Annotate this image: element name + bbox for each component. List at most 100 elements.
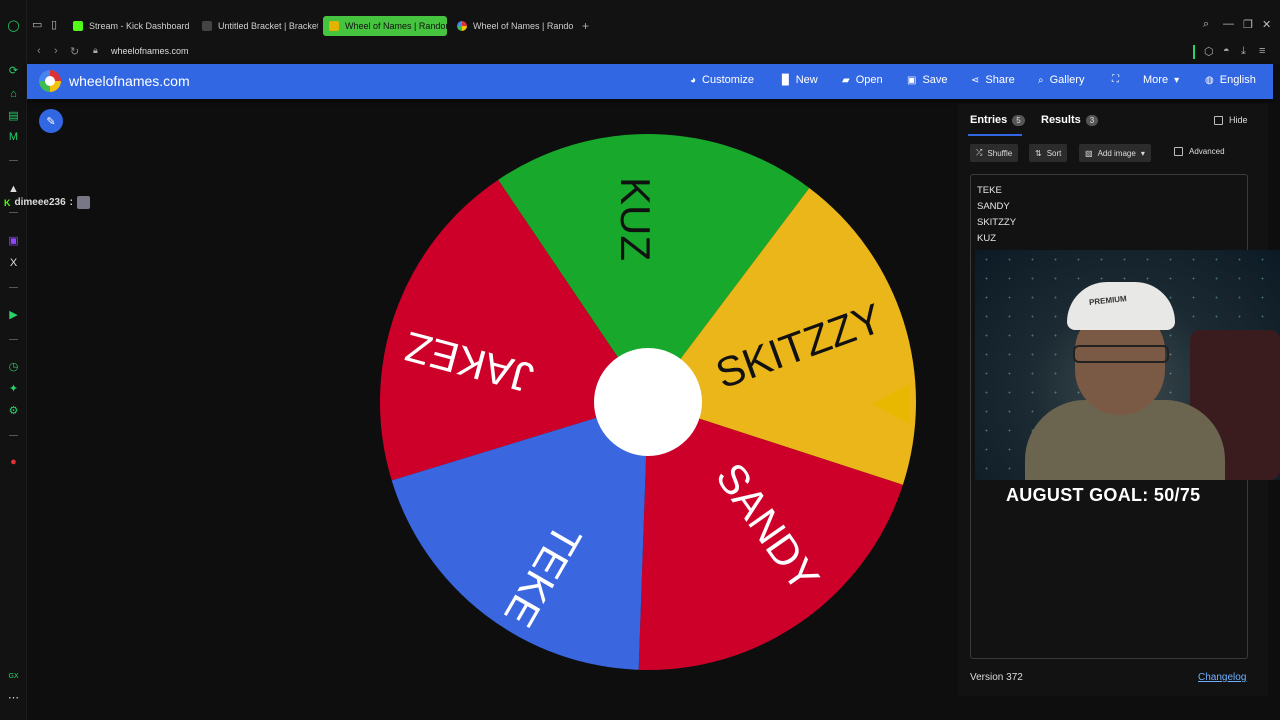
chat-message: K dimeee236 : (4, 196, 90, 209)
wheel-logo-icon[interactable] (39, 70, 61, 92)
tab-entries[interactable]: Entries 5 (970, 114, 1025, 126)
advanced-label: Advanced (1189, 147, 1225, 156)
webcam-overlay: PREMIUM (975, 250, 1280, 480)
forward-icon[interactable]: › (54, 45, 58, 57)
extensions-icon[interactable]: ⬡ (1204, 45, 1214, 58)
wheel-favicon-icon (329, 21, 339, 31)
more-button[interactable]: More ▾ (1143, 74, 1179, 86)
add-image-label: Add image (1097, 148, 1136, 158)
close-icon[interactable]: ✕ (1262, 18, 1271, 31)
sort-label: Sort (1046, 148, 1062, 158)
chevron-down-icon: ▾ (1140, 148, 1145, 158)
maximize-icon[interactable]: ❐ (1243, 18, 1253, 31)
new-label: New (795, 74, 818, 86)
site-name[interactable]: wheelofnames.com (69, 73, 190, 89)
sidebar-divider (9, 160, 18, 161)
open-button[interactable]: ▰ Open (842, 74, 883, 86)
sidebar-divider (9, 435, 18, 436)
tab-menu-icon[interactable]: ▭ (32, 18, 42, 31)
gallery-label: Gallery (1049, 74, 1085, 86)
language-button[interactable]: ◍ English (1205, 74, 1256, 86)
download-icon[interactable]: ⤓ (1241, 45, 1246, 58)
globe-icon: ◍ (1205, 74, 1214, 86)
tab-kick-dashboard[interactable]: Stream - Kick Dashboard (67, 16, 191, 36)
share-button[interactable]: ⋖ Share (971, 74, 1015, 86)
streamer-glasses (1073, 345, 1169, 363)
save-label: Save (922, 74, 948, 86)
menu-icon[interactable]: ≡ (1259, 45, 1265, 57)
bracket-icon (202, 21, 212, 31)
tab-results[interactable]: Results 3 (1041, 114, 1099, 126)
streamer-cap: PREMIUM (1067, 282, 1175, 330)
bookmark-icon[interactable]: ▲ (6, 181, 21, 196)
search-icon[interactable]: ⌕ (1203, 18, 1209, 31)
add-image-button[interactable]: ▧ Add image ▾ (1079, 144, 1151, 162)
record-icon[interactable]: ● (6, 454, 21, 469)
fullscreen-button[interactable]: ⛶ (1112, 74, 1119, 85)
reload-icon[interactable]: ↻ (70, 45, 79, 58)
tab-wheel-of-names[interactable]: Wheel of Names | Random (451, 16, 573, 36)
site-navbar: wheelofnames.com ◕ Customize ▉ New ▰ Ope… (27, 64, 1273, 99)
tab-label: Stream - Kick Dashboard (89, 21, 190, 31)
entries-tab-label: Entries (970, 114, 1008, 126)
wheel-center-button[interactable] (594, 348, 702, 456)
extensions-icon[interactable]: ✦ (6, 381, 21, 396)
entry-line: TEKE (977, 185, 1002, 196)
history-icon[interactable]: ◷ (6, 359, 21, 374)
emote-image (77, 196, 90, 209)
changelog-link[interactable]: Changelog (1198, 672, 1246, 683)
chat-username: dimeee236 (14, 197, 66, 208)
more-dots-icon[interactable]: ⋯ (6, 690, 21, 705)
customize-label: Customize (702, 74, 755, 86)
hide-label: Hide (1229, 115, 1248, 125)
edit-pencil-button[interactable]: ✎ (39, 109, 63, 133)
version-text: Version 372 (970, 672, 1023, 683)
refresh-icon[interactable]: ⟳ (6, 63, 21, 78)
more-label: More (1143, 74, 1169, 86)
opera-logo-icon[interactable]: ◯ (6, 18, 21, 33)
sidebar-divider (9, 339, 18, 340)
sort-button[interactable]: ⇅ Sort (1029, 144, 1068, 162)
shield-icon[interactable]: ◓ (1223, 45, 1230, 57)
minimize-icon[interactable]: — (1223, 18, 1234, 30)
save-button[interactable]: ▣ Save (907, 74, 948, 86)
open-label: Open (855, 74, 883, 86)
customize-button[interactable]: ◕ Customize (690, 74, 754, 86)
hide-checkbox[interactable] (1214, 115, 1223, 125)
active-tab-indicator (968, 134, 1022, 136)
kick-icon (73, 21, 83, 31)
tab-pin-icon[interactable]: ▯ (51, 18, 57, 31)
status-bar (1193, 45, 1195, 59)
sidebar-divider (9, 287, 18, 288)
chevron-down-icon: ▾ (1174, 74, 1180, 86)
url-field[interactable]: wheelofnames.com (111, 46, 189, 56)
tab-label: Untitled Bracket | Bracket (218, 21, 318, 31)
gx-icon[interactable]: GX (6, 669, 21, 684)
twitch-icon[interactable]: ▣ (6, 233, 21, 248)
hide-toggle[interactable]: Hide (1214, 115, 1248, 125)
back-icon[interactable]: ‹ (37, 45, 41, 57)
messenger-icon[interactable]: M (6, 129, 21, 144)
tab-label: Wheel of Names | Random (473, 21, 573, 31)
gallery-button[interactable]: ⌕ Gallery (1038, 74, 1084, 86)
results-tab-label: Results (1041, 114, 1081, 126)
gx-corner-icon[interactable]: ▤ (6, 108, 21, 123)
wheel[interactable]: KUZSKITZZYSANDYTEKEJAKEZ (380, 134, 920, 674)
new-tab-plus-icon[interactable]: + (582, 19, 589, 33)
shuffle-button[interactable]: ⤮ Shuffle (970, 144, 1019, 162)
advanced-toggle[interactable]: Advanced (1174, 147, 1225, 156)
folder-icon: ▰ (842, 74, 850, 86)
settings-icon[interactable]: ⚙ (6, 403, 21, 418)
advanced-checkbox[interactable] (1174, 147, 1183, 156)
stream-goal-text: AUGUST GOAL: 50/75 (1006, 485, 1201, 505)
wheel-segment-label: KUZ (612, 177, 659, 261)
tab-bracket[interactable]: Untitled Bracket | Bracket (196, 16, 318, 36)
gx-control-icon[interactable]: ⌂ (6, 86, 21, 101)
shuffle-icon: ⤮ (976, 148, 983, 157)
entry-line: SANDY (977, 201, 1010, 212)
player-icon[interactable]: ▶ (6, 307, 21, 322)
new-button[interactable]: ▉ New (782, 74, 818, 86)
pencil-icon: ✎ (46, 115, 56, 128)
x-icon[interactable]: X (6, 255, 21, 270)
tab-wheel-of-names-active[interactable]: Wheel of Names | Random (323, 16, 447, 36)
